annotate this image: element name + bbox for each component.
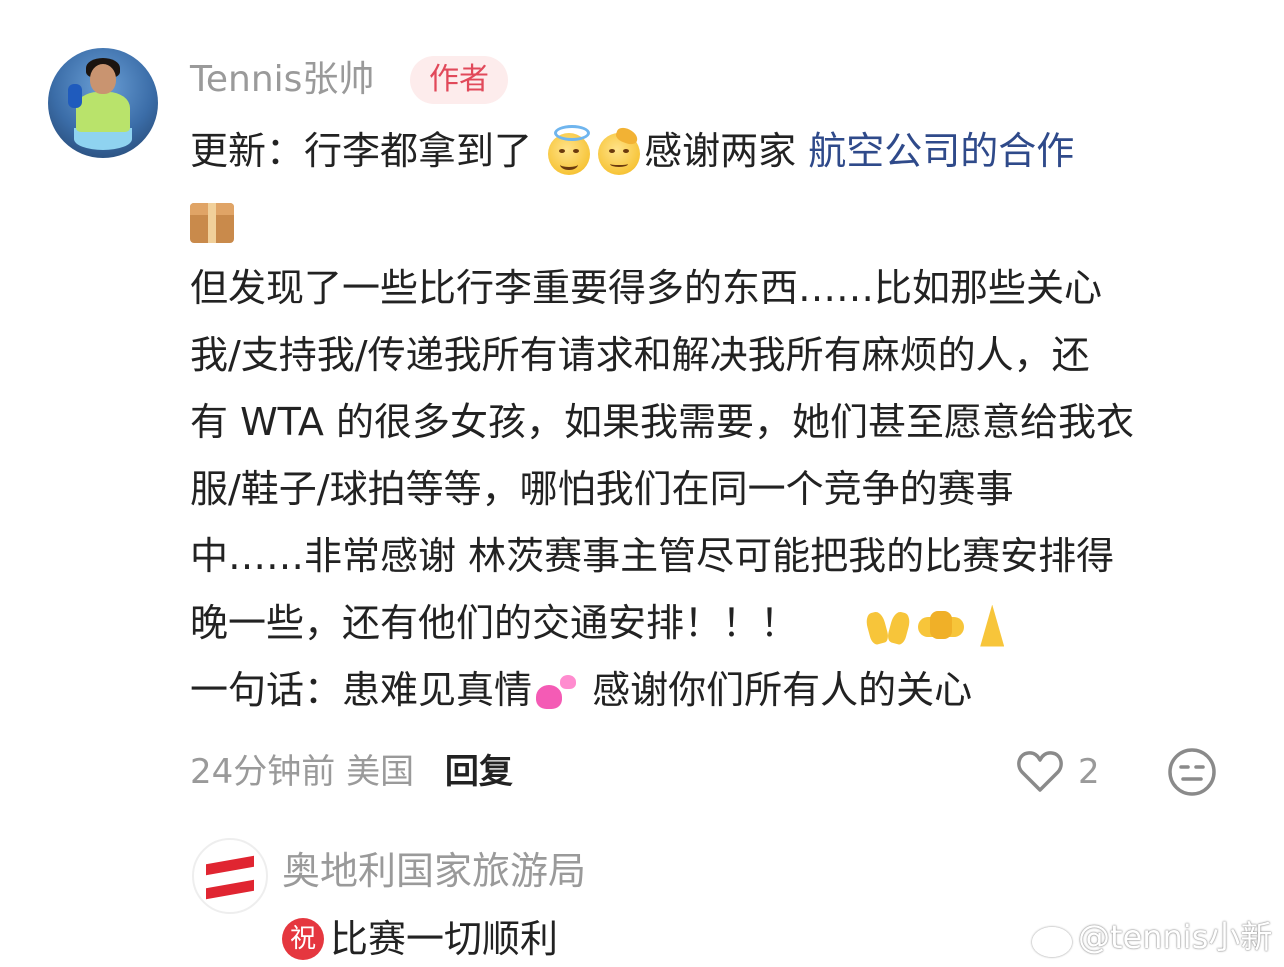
avatar-body: [76, 92, 130, 132]
reaction-face-icon[interactable]: [1166, 746, 1218, 802]
comment-body: 更新：行李都拿到了 感谢两家 航空公司的合作 但发现了一些比行李重要得多的东西……: [190, 118, 1250, 724]
weibo-logo-icon: [1032, 921, 1072, 957]
avatar-head: [90, 64, 116, 94]
comment-text: 晚一些，还有他们的交通安排！！！: [190, 601, 799, 645]
reply-button[interactable]: 回复: [445, 752, 513, 792]
reply-username[interactable]: 奥地利国家旅游局: [282, 846, 586, 896]
user-avatar[interactable]: [48, 48, 158, 158]
comment-line-1: 更新：行李都拿到了 感谢两家 航空公司的合作: [190, 118, 1250, 185]
comment-time: 24分钟前: [190, 752, 336, 792]
two-hearts-icon: [534, 674, 578, 711]
austria-logo-stripe: [206, 879, 254, 900]
reply-user-avatar[interactable]: [192, 838, 268, 914]
comment-text: 更新：行李都拿到了: [190, 129, 533, 173]
comment-line-2: [190, 185, 1250, 255]
package-icon: [190, 202, 234, 243]
comment-text: 感谢你们所有人的关心: [592, 668, 973, 712]
comment-line-8: 晚一些，还有他们的交通安排！！！: [190, 590, 1250, 657]
reply-body: 祝 比赛一切顺利: [282, 914, 558, 964]
austria-logo-stripe: [206, 855, 254, 876]
raising-hands-icon: [864, 606, 913, 646]
heart-outline-icon: [1017, 751, 1063, 792]
comment-location: 美国: [346, 752, 415, 792]
comment-text: 一句话：患难见真情: [190, 668, 533, 712]
comment-line-7: 中……非常感谢 林茨赛事主管尽可能把我的比赛安排得: [190, 534, 1115, 578]
comment-line-6: 服/鞋子/球拍等等，哪怕我们在同一个竞争的赛事: [190, 467, 1014, 511]
like-count: 2: [1078, 752, 1100, 792]
comment-meta: 24分钟前 美国 回复: [190, 748, 513, 796]
watermark: @tennis小新: [1032, 914, 1272, 960]
reply-text: 比赛一切顺利: [330, 917, 559, 961]
comment-line-5: 有 WTA 的很多女孩，如果我需要，她们甚至愿意给我衣: [190, 400, 1134, 444]
avatar-microphone: [68, 84, 82, 108]
saluting-face-icon: [598, 125, 641, 175]
author-badge: 作者: [410, 56, 508, 104]
watermark-text: @tennis小新: [1078, 918, 1273, 956]
comment-line-9: 一句话：患难见真情 感谢你们所有人的关心: [190, 657, 1250, 724]
like-button[interactable]: 2: [1016, 744, 1100, 800]
handshake-icon: [918, 610, 965, 641]
folded-hands-icon: [972, 604, 1012, 647]
comment-username[interactable]: Tennis张帅: [190, 56, 374, 104]
comment-line-4: 我/支持我/传递我所有请求和解决我所有麻烦的人，还: [190, 333, 1090, 377]
airline-link[interactable]: 航空公司的合作: [808, 129, 1074, 173]
comment-thread: Tennis张帅 作者 更新：行李都拿到了 感谢两家 航空公司的合作 但发现了一…: [0, 0, 1284, 967]
comment-line-3: 但发现了一些比行李重要得多的东西……比如那些关心: [190, 266, 1103, 310]
smiling-face-with-halo-icon: [548, 124, 591, 175]
comment-text: 感谢两家: [644, 129, 797, 173]
congratulations-icon: 祝: [282, 918, 324, 960]
